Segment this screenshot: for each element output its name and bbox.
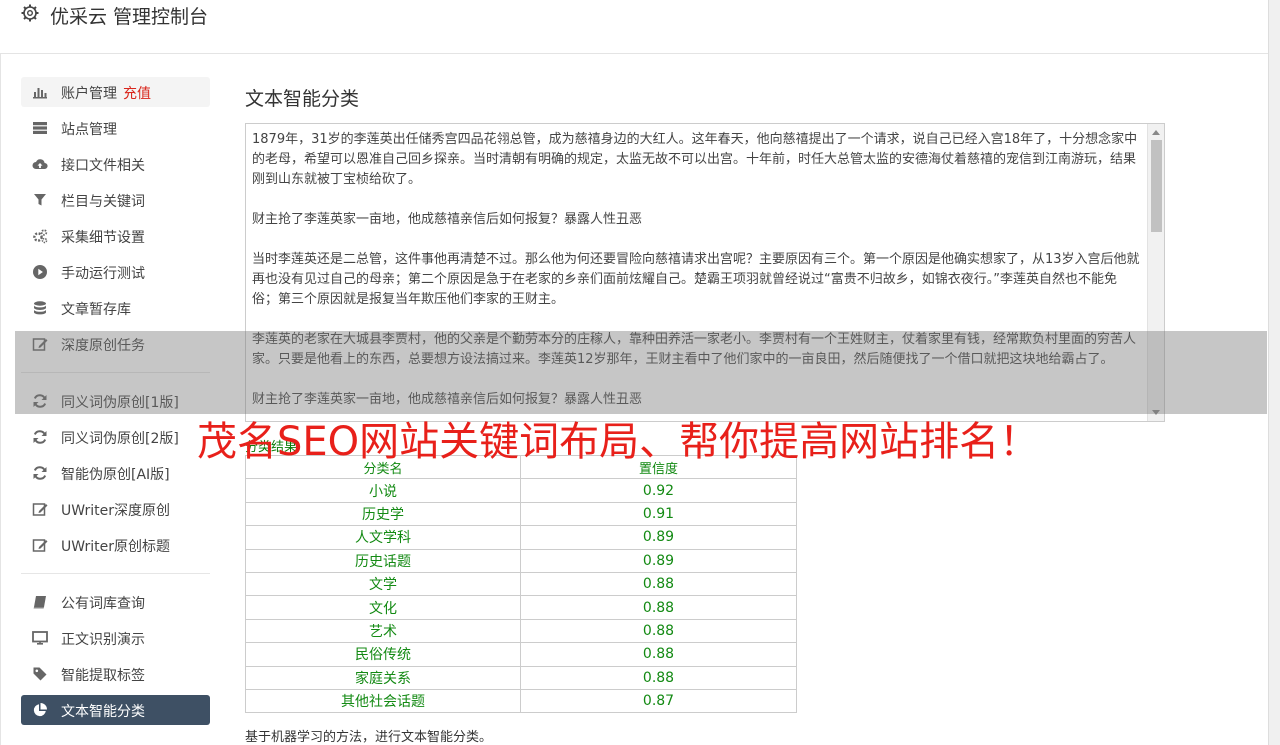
sidebar-item-interface-files[interactable]: 接口文件相关 [21,149,210,179]
top-header: 优采云 管理控制台 [0,0,1268,54]
category-cell: 历史学 [245,501,521,527]
confidence-cell: 0.88 [520,571,797,597]
text-paragraph: 财主抢了李莲英家一亩地，他成慈禧亲信后如何报复？暴露人性丑恶 [252,212,643,227]
watermark-text: 茂名SEO网站关键词布局、帮你提高网站排名！ [197,419,1040,465]
sidebar-item-public-lexicon[interactable]: 公有词库查询 [21,587,210,617]
play-circle-icon [33,265,47,279]
sidebar-item-label: 智能伪原创[AI版] [61,467,170,483]
page-title: 文本智能分类 [245,88,360,110]
category-cell: 历史话题 [245,548,521,573]
table-row: 人文学科 0.89 [245,525,797,550]
sidebar-item-uwriter-deep[interactable]: UWriter深度原创 [21,494,210,524]
confidence-cell: 0.92 [520,478,797,503]
confidence-cell: 0.88 [520,642,797,667]
sidebar-item-synonym-v2[interactable]: 同义词伪原创[2版] [21,422,210,452]
category-cell: 其他社会话题 [245,688,521,714]
confidence-cell: 0.88 [520,665,797,690]
confidence-cell: 0.89 [520,548,797,573]
confidence-cell: 0.87 [520,688,797,714]
page-scrollbar[interactable] [1268,0,1280,745]
scroll-up-arrow-icon[interactable] [1152,130,1160,135]
sidebar-item-label: 采集细节设置 [61,230,145,246]
sidebar-item-label: 接口文件相关 [61,158,145,174]
recharge-link[interactable]: 充值 [123,86,151,102]
sidebar-item-label: 站点管理 [61,122,117,138]
table-row: 家庭关系 0.88 [245,665,797,690]
sidebar-item-label: 智能提取标签 [61,668,145,684]
category-cell: 文化 [245,595,521,620]
sidebar-item-label: 公有词库查询 [61,596,145,612]
sidebar-item-text-classify[interactable]: 文本智能分类 [21,695,210,725]
edit-icon [32,539,48,552]
refresh-icon [33,466,47,480]
server-icon [33,122,47,134]
gears-icon [33,229,48,244]
sidebar-item-manual-test[interactable]: 手动运行测试 [21,257,210,287]
category-cell: 文学 [245,571,521,597]
table-row: 文学 0.88 [245,571,797,597]
table-row: 民俗传统 0.88 [245,642,797,667]
category-cell: 艺术 [245,618,521,644]
sidebar-divider [21,573,210,574]
table-row: 历史学 0.91 [245,501,797,527]
table-row: 文化 0.88 [245,595,797,620]
sidebar-item-label: UWriter深度原创 [61,503,170,519]
monitor-icon [32,631,48,645]
sidebar-item-sites[interactable]: 站点管理 [21,113,210,143]
confidence-cell: 0.88 [520,595,797,620]
sidebar-item-label: 栏目与关键词 [61,194,145,210]
table-row: 其他社会话题 0.87 [245,688,797,714]
sidebar-item-label: 同义词伪原创[2版] [61,431,179,447]
app-title: 优采云 管理控制台 [50,6,209,28]
sidebar-item-label: 账户管理 [61,86,117,102]
pie-chart-icon [33,703,47,717]
bar-chart-icon [33,88,47,99]
confidence-cell: 0.89 [520,525,797,550]
overlay-banner [15,331,1267,414]
refresh-icon [33,430,47,444]
database-icon [34,301,46,315]
feature-description: 基于机器学习的方法，进行文本智能分类。 [245,730,493,745]
sidebar-item-uwriter-title[interactable]: UWriter原创标题 [21,530,210,560]
sidebar-item-account[interactable]: 账户管理 充值 [21,77,210,107]
sidebar-item-label: UWriter原创标题 [61,539,170,555]
sidebar-item-text-recognition[interactable]: 正文识别演示 [21,623,210,653]
table-row: 艺术 0.88 [245,618,797,644]
sidebar-item-label: 文本智能分类 [61,704,145,720]
category-cell: 人文学科 [245,525,521,550]
text-paragraph: 1879年，31岁的李莲英出任储秀宫四品花翎总管，成为慈禧身边的大红人。这年春天… [252,132,1138,187]
sidebar-item-label: 手动运行测试 [61,266,145,282]
category-cell: 家庭关系 [245,665,521,690]
sidebar-item-article-storage[interactable]: 文章暂存库 [21,293,210,323]
text-paragraph: 当时李莲英还是二总管，这件事他再清楚不过。那么他为何还要冒险向慈禧请求出宫呢？主… [252,252,1140,307]
cloud-upload-icon [32,159,48,169]
sidebar-item-smart-tags[interactable]: 智能提取标签 [21,659,210,689]
gear-icon [21,4,39,22]
category-cell: 小说 [245,478,521,503]
category-cell: 民俗传统 [245,642,521,667]
book-icon [33,596,46,609]
filter-icon [34,194,46,206]
classification-table: 分类名 置信度 小说 0.92 历史学 0.91 人文学科 0.89 历史话题 0.89… [245,454,797,714]
sidebar-item-columns-keywords[interactable]: 栏目与关键词 [21,185,210,215]
table-row: 小说 0.92 [245,478,797,503]
scrollbar-thumb[interactable] [1151,140,1162,232]
edit-icon [32,503,48,516]
tag-icon [33,667,47,681]
sidebar-item-label: 文章暂存库 [61,302,131,318]
sidebar-item-label: 正文识别演示 [61,632,145,648]
sidebar-item-collect-settings[interactable]: 采集细节设置 [21,221,210,251]
confidence-cell: 0.91 [520,501,797,527]
table-row: 历史话题 0.89 [245,548,797,573]
sidebar-item-smart-ai[interactable]: 智能伪原创[AI版] [21,458,210,488]
confidence-cell: 0.88 [520,618,797,644]
